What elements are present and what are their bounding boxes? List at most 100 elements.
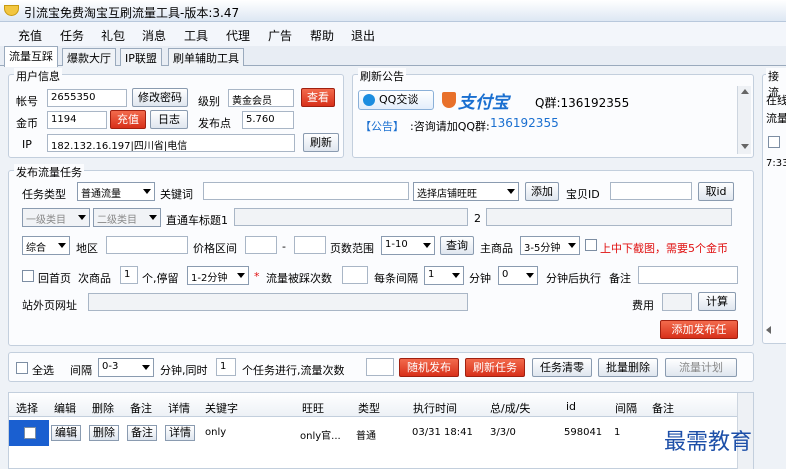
required-star: * <box>254 270 260 283</box>
level-field[interactable]: 黄金会员 <box>228 89 294 107</box>
col-stats[interactable]: 总/成/失 <box>490 400 530 416</box>
menu-tools[interactable]: 工具 <box>184 27 208 44</box>
region-input[interactable] <box>106 236 188 254</box>
right-checkbox[interactable] <box>768 136 780 148</box>
col-keyword[interactable]: 关键字 <box>205 400 238 416</box>
log-button[interactable]: 日志 <box>150 110 188 129</box>
home-checkbox[interactable] <box>22 270 34 282</box>
menu-agent[interactable]: 代理 <box>226 27 250 44</box>
add-button[interactable]: 添加 <box>525 182 559 201</box>
row-detail-button[interactable]: 详情 <box>165 425 195 441</box>
flow-count-input[interactable] <box>342 266 368 284</box>
scroll-left-icon[interactable] <box>766 326 771 334</box>
menu-gift[interactable]: 礼包 <box>101 27 125 44</box>
stay-time-select[interactable]: 1-2分钟 <box>187 266 249 285</box>
random-publish-button[interactable]: 随机发布 <box>399 358 459 377</box>
item-id-input[interactable] <box>610 182 692 200</box>
table-row[interactable] <box>9 420 753 446</box>
clear-tasks-button[interactable]: 任务清零 <box>532 358 592 377</box>
col-type[interactable]: 类型 <box>358 400 380 416</box>
col-note[interactable]: 备注 <box>130 400 152 416</box>
row-checkbox[interactable] <box>24 427 36 439</box>
refresh-tasks-button[interactable]: 刷新任务 <box>465 358 525 377</box>
category2-select[interactable]: 二级类目 <box>93 208 161 227</box>
row-edit-button[interactable]: 编辑 <box>51 425 81 441</box>
price-max-input[interactable] <box>294 236 326 254</box>
interval-value: 1 <box>428 269 435 280</box>
menu-ads[interactable]: 广告 <box>268 27 292 44</box>
col-exec-time[interactable]: 执行时间 <box>413 400 457 416</box>
task-type-value: 普通流量 <box>81 189 121 200</box>
col-detail[interactable]: 详情 <box>168 400 190 416</box>
chevron-down-icon <box>526 273 534 278</box>
screenshot-checkbox[interactable] <box>585 239 597 251</box>
price-min-input[interactable] <box>245 236 277 254</box>
through-title2-input[interactable] <box>486 208 732 226</box>
qq-chat-label: QQ交谈 <box>379 93 419 106</box>
chevron-down-icon <box>143 189 151 194</box>
flow-times-input[interactable] <box>366 358 394 376</box>
col-interval[interactable]: 间隔 <box>615 400 637 416</box>
interval-select[interactable]: 1 <box>424 266 464 285</box>
menu-task[interactable]: 任务 <box>60 27 84 44</box>
change-password-button[interactable]: 修改密码 <box>132 88 188 107</box>
main-time-value: 3-5分钟 <box>524 243 561 254</box>
scroll-up-icon[interactable] <box>741 89 749 94</box>
tab-flow-exchange[interactable]: 流量互踩 <box>4 46 58 67</box>
col-wangwang[interactable]: 旺旺 <box>302 400 324 416</box>
refresh-button[interactable]: 刷新 <box>303 133 339 152</box>
cost-label: 费用 <box>632 299 654 312</box>
main-time-select[interactable]: 3-5分钟 <box>520 236 580 255</box>
sort-select[interactable]: 综合 <box>22 236 70 255</box>
category1-value: 一级类目 <box>26 215 66 226</box>
col-select[interactable]: 选择 <box>16 400 38 416</box>
menu-exit[interactable]: 退出 <box>351 27 375 44</box>
note-input[interactable] <box>638 266 738 284</box>
points-field[interactable]: 5.760 <box>242 111 294 129</box>
task-type-select[interactable]: 普通流量 <box>77 182 155 201</box>
through-title1-input[interactable] <box>234 208 468 226</box>
row-delete-button[interactable]: 删除 <box>89 425 119 441</box>
flow-plan-button[interactable]: 流量计划 <box>665 358 737 377</box>
price-label: 价格区间 <box>193 242 237 255</box>
url-input[interactable] <box>88 293 468 311</box>
gold-field[interactable]: 1194 <box>47 111 107 129</box>
view-button[interactable]: 查看 <box>301 88 335 107</box>
sub-count-input[interactable]: 1 <box>120 266 138 284</box>
col-edit[interactable]: 编辑 <box>54 400 76 416</box>
get-id-button[interactable]: 取id <box>698 182 734 201</box>
recharge-button[interactable]: 充值 <box>110 110 146 129</box>
tab-ip-alliance[interactable]: IP联盟 <box>120 48 162 66</box>
calc-button[interactable]: 计算 <box>698 292 736 311</box>
chevron-down-icon <box>78 215 86 220</box>
bottom-interval-select[interactable]: 0-3 <box>98 358 154 377</box>
batch-delete-button[interactable]: 批量删除 <box>598 358 658 377</box>
tab-hot-hall[interactable]: 爆款大厅 <box>62 48 116 66</box>
col-delete[interactable]: 删除 <box>92 400 114 416</box>
add-publish-button[interactable]: 添加发布任 <box>660 320 738 339</box>
select-all-checkbox[interactable] <box>16 362 28 374</box>
cost-field[interactable] <box>662 293 692 311</box>
col-remark[interactable]: 备注 <box>652 400 674 416</box>
page-range-select[interactable]: 1-10 <box>381 236 435 255</box>
menu-message[interactable]: 消息 <box>142 27 166 44</box>
category1-select[interactable]: 一级类目 <box>22 208 90 227</box>
scroll-down-icon[interactable] <box>741 144 749 149</box>
row-note-button[interactable]: 备注 <box>127 425 157 441</box>
qq-chat-button[interactable]: QQ交谈 <box>358 90 434 110</box>
ip-label: IP <box>22 138 32 151</box>
menu-recharge[interactable]: 充值 <box>18 27 42 44</box>
keyword-input[interactable] <box>203 182 409 200</box>
ip-field[interactable]: 182.132.16.197|四川省|电信 <box>47 134 295 152</box>
after-select[interactable]: 0 <box>498 266 538 285</box>
query-button[interactable]: 查询 <box>440 236 474 255</box>
menu-help[interactable]: 帮助 <box>310 27 334 44</box>
account-field[interactable]: 2655350 <box>47 89 127 107</box>
tab-order-tools[interactable]: 刷单辅助工具 <box>168 48 244 66</box>
shop-select[interactable]: 选择店铺旺旺 <box>413 182 519 201</box>
watermark-text: 最需教育 <box>664 430 753 455</box>
notice-scrollbar[interactable] <box>737 86 751 154</box>
table-header <box>9 393 753 417</box>
col-id[interactable]: id <box>566 400 576 413</box>
concurrent-input[interactable]: 1 <box>216 358 236 376</box>
